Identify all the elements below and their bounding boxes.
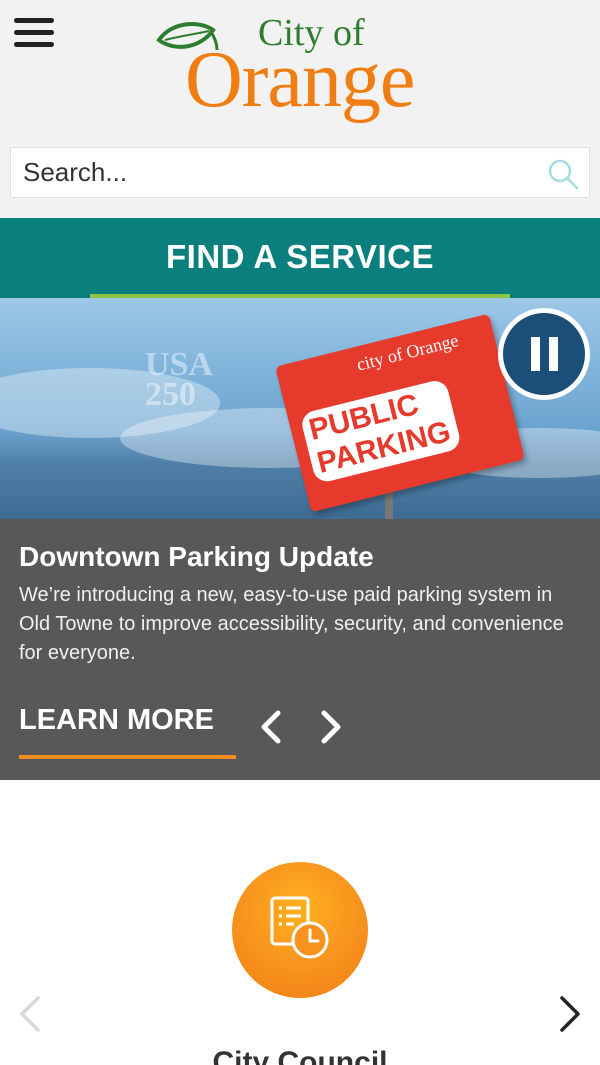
chevron-right-icon bbox=[560, 996, 580, 1032]
document-clock-icon bbox=[270, 896, 329, 959]
services-prev-button[interactable] bbox=[16, 995, 44, 1033]
learn-more-underline bbox=[19, 755, 236, 759]
search-icon[interactable] bbox=[547, 158, 579, 190]
chevron-left-icon bbox=[261, 710, 281, 744]
slide-title: Downtown Parking Update bbox=[19, 541, 374, 572]
slide-caption: Downtown Parking Update We’re introducin… bbox=[0, 519, 600, 780]
slide-description: We’re introducing a new, easy-to-use pai… bbox=[19, 584, 564, 664]
chevron-right-icon bbox=[321, 710, 341, 744]
logo-orange: Orange bbox=[185, 36, 415, 124]
find-a-service-button[interactable]: FIND A SERVICE bbox=[0, 218, 600, 298]
site-header: City of Orange bbox=[0, 0, 600, 218]
slideshow-pause-button[interactable] bbox=[498, 308, 590, 400]
hamburger-icon bbox=[14, 18, 54, 23]
hamburger-menu-button[interactable] bbox=[14, 18, 54, 48]
city-logo[interactable]: City of Orange bbox=[155, 10, 455, 122]
public-parking-sign: city of Orange PUBLIC PARKING bbox=[275, 313, 525, 513]
slide-next-button[interactable] bbox=[314, 707, 346, 747]
chevron-left-icon bbox=[20, 996, 40, 1032]
usa-250-watermark: USA 250 bbox=[145, 346, 214, 413]
search-input[interactable] bbox=[11, 148, 541, 197]
pause-icon bbox=[531, 337, 540, 371]
service-label: City Council bbox=[212, 1046, 388, 1065]
find-a-service-label: FIND A SERVICE bbox=[166, 238, 434, 275]
search-bar bbox=[10, 147, 590, 198]
learn-more-link[interactable]: LEARN MORE bbox=[19, 704, 214, 737]
slide-prev-button[interactable] bbox=[256, 707, 288, 747]
city-council-service-button[interactable] bbox=[232, 862, 368, 998]
services-next-button[interactable] bbox=[556, 995, 584, 1033]
